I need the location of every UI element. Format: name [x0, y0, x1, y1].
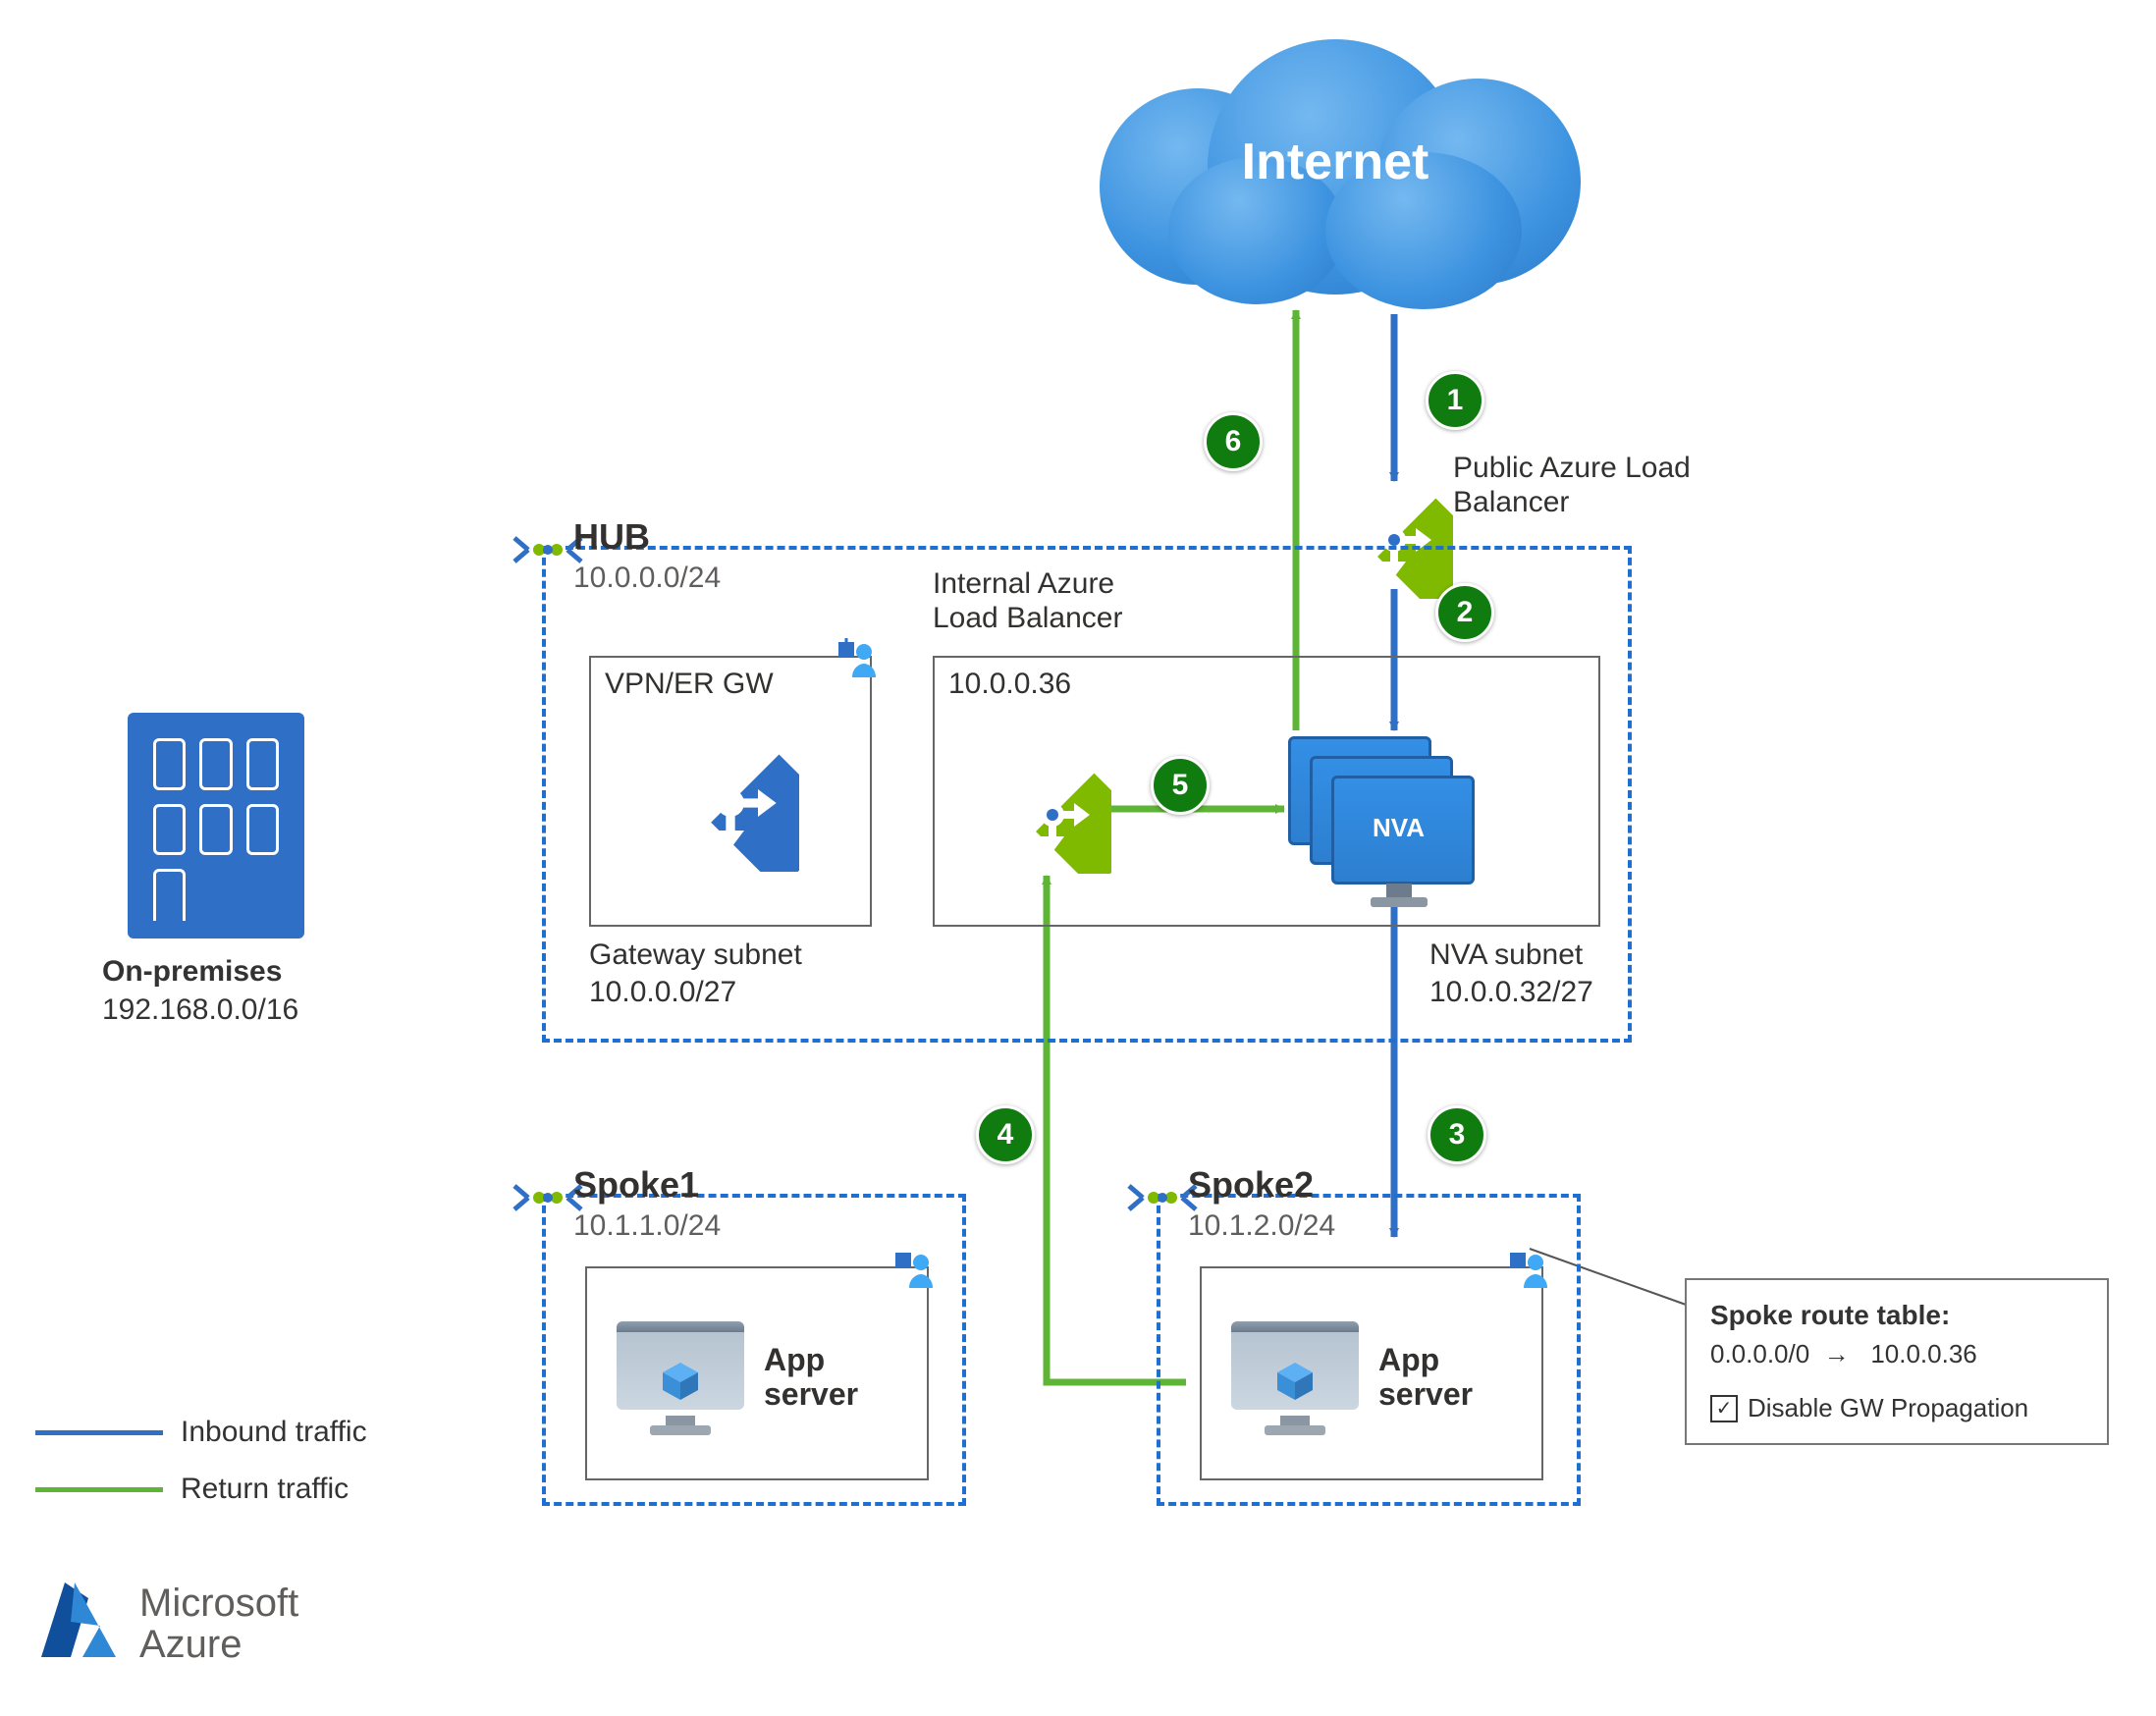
step-3: 3	[1428, 1105, 1486, 1164]
public-lb-label: Public Azure Load Balancer	[1453, 452, 1691, 519]
step-1: 1	[1426, 371, 1484, 430]
spoke1-cidr: 10.1.1.0/24	[573, 1209, 721, 1243]
spoke1-vnet: Spoke1 10.1.1.0/24	[542, 1194, 966, 1506]
spoke2-appserver-box: App server	[1200, 1266, 1543, 1480]
building-icon	[128, 713, 304, 938]
nva-label: NVA	[1373, 813, 1425, 843]
spoke1-appserver-box: App server	[585, 1266, 929, 1480]
on-premises-label: On-premises 192.168.0.0/16	[102, 952, 298, 1029]
legend-return: Return traffic	[35, 1473, 349, 1506]
gateway-subnet-top-label: VPN/ER GW	[605, 668, 774, 701]
step-5: 5	[1151, 756, 1210, 815]
spoke2-cidr: 10.1.2.0/24	[1188, 1209, 1335, 1243]
step-4: 4	[976, 1105, 1035, 1164]
brand-line2: Azure	[139, 1624, 298, 1665]
azure-brand: Microsoft Azure	[31, 1575, 298, 1673]
spoke1-title: Spoke1	[573, 1164, 699, 1206]
internal-lb-ip: 10.0.0.36	[948, 668, 1071, 701]
on-premises-block	[128, 713, 304, 938]
step-2: 2	[1435, 583, 1494, 642]
vpn-gateway-icon	[662, 734, 799, 872]
internet-cloud: Internet	[1080, 39, 1590, 295]
nva-stack-icon: NVA	[1288, 736, 1494, 903]
internal-lb-icon	[994, 756, 1111, 874]
app-server-icon	[617, 1321, 744, 1429]
nva-subnet: 10.0.0.36 NVA	[933, 656, 1600, 927]
route-table-callout: Spoke route table: 0.0.0.0/0 → 10.0.0.36…	[1685, 1278, 2109, 1445]
legend-inbound-swatch	[35, 1430, 163, 1435]
legend-return-swatch	[35, 1487, 163, 1492]
nva-subnet-name: NVA subnet 10.0.0.32/27	[1429, 937, 1593, 1010]
azure-logo-icon	[31, 1575, 122, 1673]
app-server-icon	[1231, 1321, 1359, 1429]
route-table-entry: 0.0.0.0/0 → 10.0.0.36	[1710, 1339, 2083, 1369]
checkbox-checked-icon: ✓	[1710, 1395, 1738, 1422]
brand-line1: Microsoft	[139, 1582, 298, 1624]
user-pin-icon	[891, 1249, 935, 1292]
spoke1-appserver-label: App server	[764, 1343, 858, 1412]
spoke2-title: Spoke2	[1188, 1164, 1314, 1206]
user-pin-icon	[835, 638, 878, 681]
internet-label: Internet	[1242, 133, 1429, 191]
spoke2-vnet: Spoke2 10.1.2.0/24	[1157, 1194, 1581, 1506]
hub-title: HUB	[573, 516, 650, 558]
disable-gw-propagation: ✓ Disable GW Propagation	[1710, 1393, 2083, 1423]
user-pin-icon	[1506, 1249, 1549, 1292]
gateway-subnet-name: Gateway subnet 10.0.0.0/27	[589, 937, 802, 1010]
hub-cidr: 10.0.0.0/24	[573, 562, 721, 595]
route-table-title: Spoke route table:	[1710, 1300, 2083, 1331]
step-6: 6	[1204, 412, 1263, 471]
internal-lb-label: Internal Azure Load Balancer	[933, 567, 1122, 635]
spoke2-appserver-label: App server	[1378, 1343, 1473, 1412]
gateway-subnet: VPN/ER GW	[589, 656, 872, 927]
legend-inbound: Inbound traffic	[35, 1416, 367, 1449]
